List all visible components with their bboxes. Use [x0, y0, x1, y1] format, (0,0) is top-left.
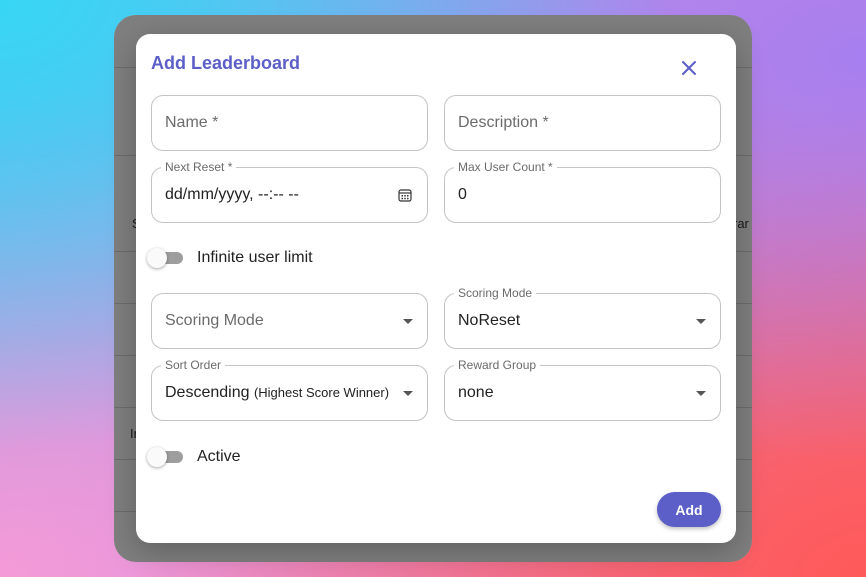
chevron-down-icon — [696, 391, 706, 396]
max-user-count-value: 0 — [458, 186, 467, 203]
next-reset-label: Next Reset * — [161, 160, 237, 174]
reward-group-label: Reward Group — [454, 358, 541, 372]
switch-thumb — [147, 248, 167, 268]
chevron-down-icon — [696, 319, 706, 324]
active-switch[interactable] — [147, 446, 185, 468]
next-reset-field[interactable]: Next Reset * dd/mm/yyyy, --:-- -- — [151, 160, 428, 223]
reward-group-select[interactable]: Reward Group none — [444, 358, 721, 421]
sort-order-sub: (Highest Score Winner) — [253, 385, 390, 400]
infinite-user-limit-label: Infinite user limit — [197, 249, 313, 266]
scoring-mode-placeholder: Scoring Mode — [165, 312, 264, 329]
chevron-down-icon — [403, 391, 413, 396]
infinite-user-limit-switch[interactable] — [147, 247, 185, 269]
next-reset-value: dd/mm/yyyy, --:-- -- — [165, 186, 299, 203]
infinite-user-limit-toggle-row[interactable]: Infinite user limit — [147, 247, 313, 269]
max-user-count-field[interactable]: Max User Count * 0 — [444, 160, 721, 223]
name-placeholder: Name * — [165, 114, 219, 131]
max-user-count-label: Max User Count * — [454, 160, 557, 174]
scoring-mode-select[interactable]: Scoring Mode NoReset — [444, 286, 721, 349]
close-icon — [682, 61, 696, 75]
sort-order-main: Descending — [165, 384, 250, 401]
active-toggle-row[interactable]: Active — [147, 446, 241, 468]
description-placeholder: Description * — [458, 114, 549, 131]
sort-order-value: Descending (Highest Score Winner) — [165, 384, 389, 402]
scoring-mode-value: NoReset — [458, 312, 521, 329]
add-leaderboard-dialog: Add Leaderboard Name * Description * Nex… — [136, 34, 736, 543]
sort-order-label: Sort Order — [161, 358, 226, 372]
name-field[interactable]: Name * — [151, 95, 428, 151]
switch-thumb — [147, 447, 167, 467]
chevron-down-icon — [403, 319, 413, 324]
active-label: Active — [197, 448, 241, 465]
calendar-icon[interactable] — [398, 188, 412, 202]
close-button[interactable] — [676, 55, 702, 81]
reward-group-value: none — [458, 384, 494, 401]
description-field[interactable]: Description * — [444, 95, 721, 151]
dialog-title: Add Leaderboard — [151, 53, 301, 73]
sort-order-select[interactable]: Sort Order Descending (Highest Score Win… — [151, 358, 428, 421]
add-button[interactable]: Add — [657, 492, 721, 527]
scoring-mode-select-empty[interactable]: Scoring Mode — [151, 293, 428, 349]
scoring-mode-label: Scoring Mode — [454, 286, 537, 300]
